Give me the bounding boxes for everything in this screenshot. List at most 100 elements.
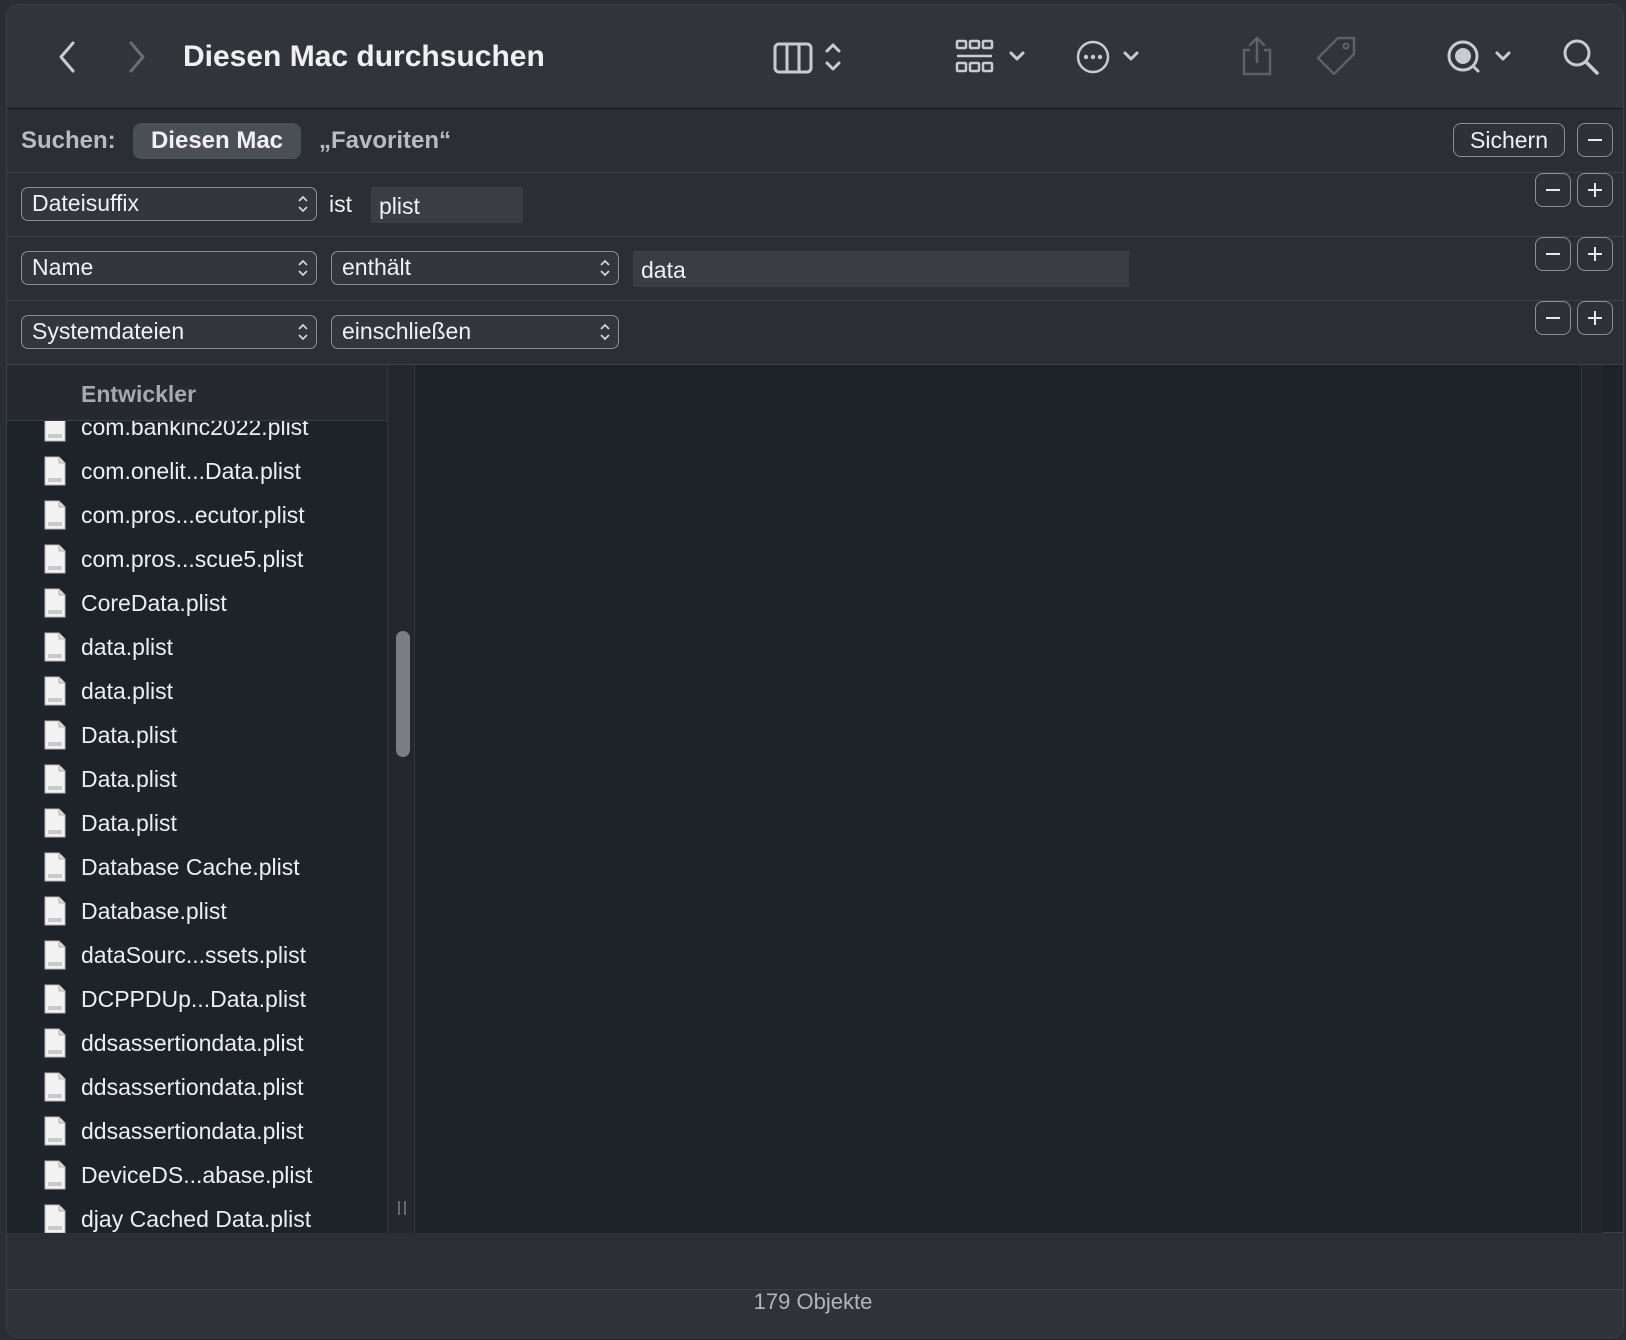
plist-file-icon <box>44 676 66 706</box>
toolbar: Diesen Mac durchsuchen <box>7 5 1623 109</box>
add-criteria-button[interactable] <box>1577 237 1613 271</box>
attribute-value: Dateisuffix <box>32 190 139 216</box>
plist-file-icon <box>44 1204 66 1233</box>
group-icon[interactable] <box>947 35 1043 79</box>
scope-label: Suchen: <box>21 127 116 154</box>
vertical-scrollbar[interactable] <box>1581 365 1603 1233</box>
criteria-row-systemfiles: Systemdateien einschließen <box>7 301 1623 365</box>
file-list-item[interactable]: dataSourc...ssets.plist <box>7 933 377 977</box>
suffix-input[interactable]: plist <box>371 187 523 223</box>
file-name: data.plist <box>81 678 174 704</box>
file-name: DCPPDUp...Data.plist <box>81 986 306 1012</box>
plist-file-icon <box>44 456 66 486</box>
file-name: Data.plist <box>81 722 177 748</box>
file-name: Data.plist <box>81 810 177 836</box>
minus-icon <box>1546 253 1560 255</box>
column-browser: com.bankinc2022.plist com.onelit...Data.p… <box>7 365 1623 1233</box>
file-list-item[interactable]: DCPPDUp...Data.plist <box>7 977 377 1021</box>
attribute-popup[interactable]: Systemdateien <box>21 315 317 349</box>
file-name: data.plist <box>81 634 174 660</box>
operator-value: einschließen <box>342 318 472 344</box>
add-criteria-button[interactable] <box>1577 173 1613 207</box>
file-list-item[interactable]: Data.plist <box>7 713 377 757</box>
file-name: com.pros...scue5.plist <box>81 546 304 572</box>
add-criteria-button[interactable] <box>1577 301 1613 335</box>
file-name: CoreData.plist <box>81 590 227 616</box>
file-name: com.onelit...Data.plist <box>81 458 301 484</box>
scope-favorites-button[interactable]: „Favoriten“ <box>319 125 451 157</box>
file-name: djay Cached Data.plist <box>81 1206 312 1232</box>
file-list-item[interactable]: Database Cache.plist <box>7 845 377 889</box>
plist-file-icon <box>44 852 66 882</box>
file-name: ddsassertiondata.plist <box>81 1074 304 1100</box>
file-list-item[interactable]: data.plist <box>7 669 377 713</box>
file-list-item[interactable]: com.onelit...Data.plist <box>7 449 377 493</box>
plist-file-icon <box>44 544 66 574</box>
plist-file-icon <box>44 1160 66 1190</box>
plist-file-icon <box>44 764 66 794</box>
plist-file-icon <box>44 588 66 618</box>
remove-scope-button[interactable] <box>1577 123 1613 157</box>
criteria-row-suffix: Dateisuffix ist plist <box>7 173 1623 237</box>
plus-icon <box>1588 311 1602 325</box>
scrollbar-thumb[interactable] <box>396 631 410 757</box>
file-list-item[interactable]: Data.plist <box>7 801 377 845</box>
file-list-item[interactable]: ddsassertiondata.plist <box>7 1109 377 1153</box>
plist-file-icon <box>44 720 66 750</box>
file-list-item[interactable]: djay Cached Data.plist <box>7 1197 377 1233</box>
save-search-button[interactable]: Sichern <box>1453 123 1565 157</box>
file-list-item[interactable]: Database.plist <box>7 889 377 933</box>
attribute-popup[interactable]: Name <box>21 251 317 285</box>
attribute-value: Name <box>32 254 94 280</box>
file-list-item[interactable]: ddsassertiondata.plist <box>7 1065 377 1109</box>
updown-arrows-icon <box>298 259 308 277</box>
chevron-left-icon[interactable] <box>45 35 89 79</box>
operator-popup[interactable]: enthält <box>331 251 619 285</box>
file-list-item[interactable]: com.pros...scue5.plist <box>7 537 377 581</box>
search-icon[interactable] <box>1557 33 1605 81</box>
file-column[interactable]: com.bankinc2022.plist com.onelit...Data.p… <box>7 365 387 1233</box>
remove-criteria-button[interactable] <box>1535 301 1571 335</box>
file-list-item[interactable]: Data.plist <box>7 757 377 801</box>
attribute-value: Systemdateien <box>32 318 185 344</box>
share-icon[interactable] <box>1235 31 1279 81</box>
plist-file-icon <box>44 1028 66 1058</box>
plus-icon <box>1588 183 1602 197</box>
more-actions-icon[interactable] <box>1067 35 1163 79</box>
updown-arrows-icon <box>298 323 308 341</box>
file-list: com.bankinc2022.plist com.onelit...Data.p… <box>7 405 377 1233</box>
plist-file-icon <box>44 896 66 926</box>
column-resize-handle[interactable] <box>396 1199 408 1217</box>
operator-text: ist <box>329 191 352 217</box>
scope-this-mac-button[interactable]: Diesen Mac <box>133 123 301 159</box>
spotlight-icon[interactable] <box>1437 35 1533 79</box>
attribute-popup[interactable]: Dateisuffix <box>21 187 317 221</box>
file-name: ddsassertiondata.plist <box>81 1118 304 1144</box>
file-name: Database.plist <box>81 898 227 924</box>
item-count: 179 Objekte <box>753 1289 873 1314</box>
column-scrollbar[interactable] <box>387 365 415 1233</box>
remove-criteria-button[interactable] <box>1535 237 1571 271</box>
operator-popup[interactable]: einschließen <box>331 315 619 349</box>
file-list-item[interactable]: ddsassertiondata.plist <box>7 1021 377 1065</box>
file-list-item[interactable]: CoreData.plist <box>7 581 377 625</box>
empty-column <box>415 365 1603 1233</box>
file-list-item[interactable]: com.pros...ecutor.plist <box>7 493 377 537</box>
file-name: com.pros...ecutor.plist <box>81 502 305 528</box>
minus-icon <box>1546 317 1560 319</box>
finder-window: Diesen Mac durchsuchen Suchen: Diesen Ma… <box>6 4 1624 1338</box>
updown-arrows-icon <box>600 323 610 341</box>
name-input[interactable]: data <box>633 251 1129 287</box>
file-list-item[interactable]: DeviceDS...abase.plist <box>7 1153 377 1197</box>
chevron-right-icon[interactable] <box>115 35 159 79</box>
plist-file-icon <box>44 940 66 970</box>
updown-arrows-icon <box>600 259 610 277</box>
plist-file-icon <box>44 500 66 530</box>
remove-criteria-button[interactable] <box>1535 173 1571 207</box>
columns-view-icon[interactable] <box>765 35 861 79</box>
file-name: DeviceDS...abase.plist <box>81 1162 313 1188</box>
file-list-item[interactable]: data.plist <box>7 625 377 669</box>
tag-icon[interactable] <box>1311 31 1361 81</box>
plus-icon <box>1588 247 1602 261</box>
column-header: Entwickler <box>7 365 387 421</box>
